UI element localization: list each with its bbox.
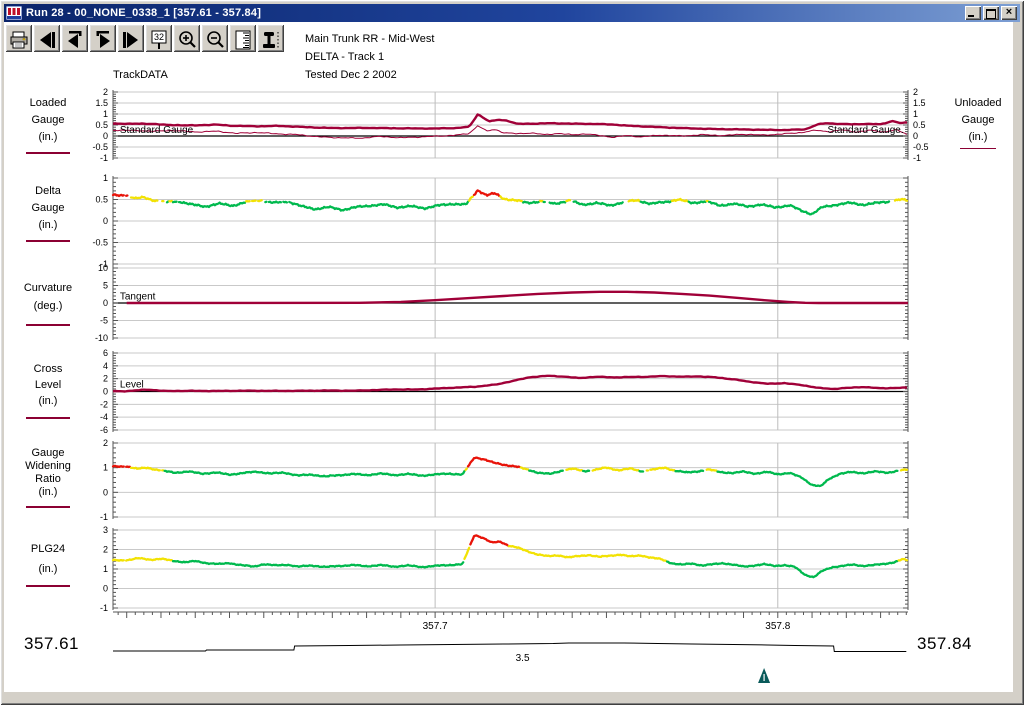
header-tested: Tested Dec 2 2002 (305, 69, 397, 81)
rail-profile-button[interactable] (257, 24, 284, 52)
step-forward-button[interactable] (117, 24, 144, 52)
page-forward-button[interactable] (89, 24, 116, 52)
zoom-out-icon (205, 30, 225, 50)
rail-profile-icon (261, 30, 281, 50)
maximize-button[interactable] (983, 6, 999, 20)
window-title: Run 28 - 00_NONE_0338_1 [357.61 - 357.84… (26, 7, 965, 19)
zoom-out-button[interactable] (201, 24, 228, 52)
legend-line-swatch (26, 506, 70, 508)
legend-line-swatch (26, 417, 70, 419)
header-railroad: Main Trunk RR - Mid-West (305, 33, 434, 45)
zoom-in-icon (177, 30, 197, 50)
client-area (4, 22, 1013, 692)
zoom-in-button[interactable] (173, 24, 200, 52)
arrow-right-bar-icon (121, 30, 141, 50)
legend-line-swatch (960, 148, 996, 149)
milepost-sign-icon: 32 (149, 30, 169, 50)
app-logo-icon (6, 6, 22, 20)
page-back-button[interactable] (61, 24, 88, 52)
start-milepost: 357.61 (24, 634, 79, 654)
dataset-label: TrackDATA (113, 69, 168, 81)
minimize-icon (968, 15, 974, 17)
legend-line-swatch (26, 324, 70, 326)
ruler-icon (233, 30, 253, 50)
ruler-button[interactable] (229, 24, 256, 52)
close-button[interactable]: × (1001, 6, 1017, 20)
app-window: Run 28 - 00_NONE_0338_1 [357.61 - 357.84… (0, 0, 1024, 705)
minimize-button[interactable] (965, 6, 981, 20)
chart-right-label-loaded-gauge: UnloadedGauge(in.) (943, 97, 1013, 153)
legend-line-swatch (26, 240, 70, 242)
end-milepost: 357.84 (917, 634, 972, 654)
maximize-icon (986, 9, 996, 19)
printer-icon (9, 30, 29, 50)
chart-label-loaded-gauge: LoadedGauge(in.) (5, 97, 91, 158)
chart-label-delta-gauge: DeltaGauge(in.) (5, 185, 91, 246)
arrow-right-hook-icon (93, 30, 113, 50)
titlebar[interactable]: Run 28 - 00_NONE_0338_1 [357.61 - 357.84… (4, 4, 1020, 22)
milepost-32-button[interactable]: 32 (145, 24, 172, 52)
arrow-left-hook-icon (65, 30, 85, 50)
chart-label-gauge-widening-ratio: GaugeWideningRatio(in.) (5, 449, 91, 512)
arrow-left-bar-icon (37, 30, 57, 50)
svg-text:32: 32 (153, 32, 163, 42)
chart-label-curvature: Curvature(deg.) (5, 281, 91, 330)
header-track: DELTA - Track 1 (305, 51, 384, 63)
step-back-button[interactable] (33, 24, 60, 52)
chart-label-plg24: PLG24(in.) (5, 541, 91, 591)
close-icon: × (1001, 6, 1017, 19)
chart-label-cross-level: CrossLevel(in.) (5, 363, 91, 423)
legend-line-swatch (26, 585, 70, 587)
print-button[interactable] (5, 24, 32, 52)
legend-line-swatch (26, 152, 70, 154)
